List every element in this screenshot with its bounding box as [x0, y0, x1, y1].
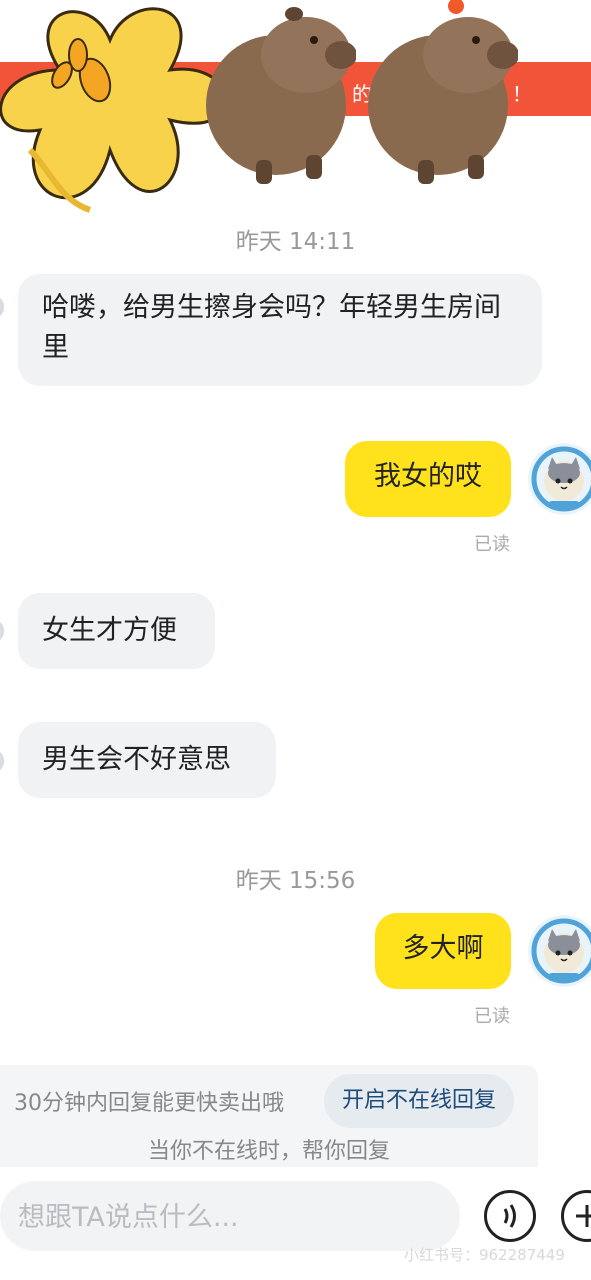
add-button[interactable]	[561, 1190, 591, 1242]
timestamp: 昨天 14:11	[235, 229, 356, 255]
message-outgoing[interactable]: 我女的哎	[345, 441, 511, 517]
cat-astronaut-avatar-icon	[528, 443, 591, 515]
message-incoming[interactable]: 女生才方便	[18, 593, 215, 669]
contact-avatar-edge[interactable]	[0, 296, 4, 318]
watermark: 小红书号：962287449	[404, 1246, 565, 1264]
my-avatar[interactable]	[528, 443, 591, 515]
timestamp: 昨天 15:56	[235, 868, 356, 894]
message-outgoing[interactable]: 多大啊	[375, 913, 511, 989]
contact-avatar-edge[interactable]	[0, 620, 4, 642]
enable-offline-reply-button[interactable]: 开启不在线回复	[324, 1074, 514, 1128]
read-status: 已读	[474, 534, 510, 555]
message-incoming[interactable]: 男生会不好意思	[18, 722, 276, 798]
plus-icon	[576, 1205, 591, 1227]
auto-reply-tip: 30分钟内回复能更快卖出哦 开启不在线回复 当你不在线时，帮你回复	[0, 1065, 538, 1167]
message-input[interactable]	[16, 1181, 450, 1253]
voice-icon	[503, 1204, 516, 1228]
tip-text: 30分钟内回复能更快卖出哦	[14, 1091, 284, 1116]
message-input-box[interactable]	[0, 1181, 460, 1253]
capybara-sticker	[368, 0, 518, 184]
contact-avatar-edge[interactable]	[0, 750, 4, 772]
tip-subtext: 当你不在线时，帮你回复	[147, 1139, 390, 1164]
capybara-sticker	[206, 7, 356, 184]
voice-button[interactable]	[484, 1190, 536, 1242]
read-status: 已读	[474, 1006, 510, 1027]
my-avatar[interactable]	[528, 915, 591, 987]
message-incoming[interactable]: 哈喽，给男生擦身会吗？年轻男生房间里	[18, 274, 542, 386]
cat-astronaut-avatar-icon	[528, 915, 591, 987]
